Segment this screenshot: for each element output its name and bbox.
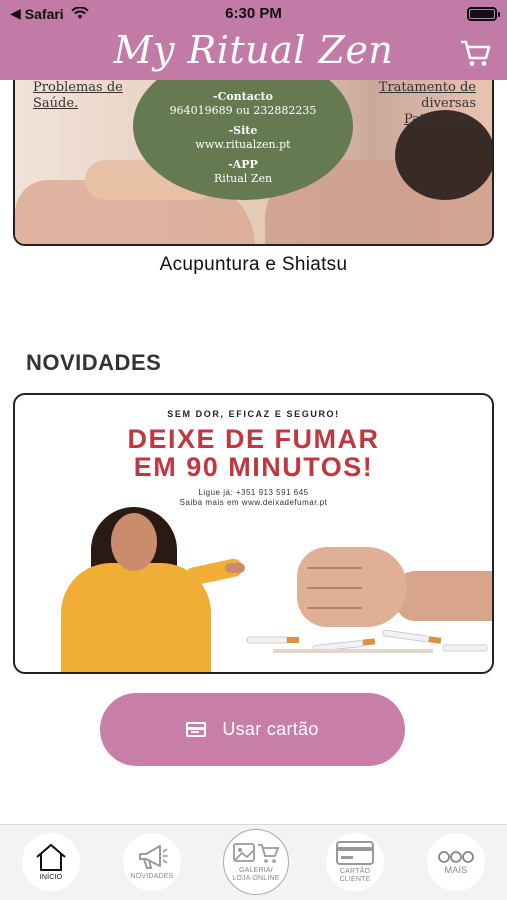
hero-right-text: Tratamento de diversas Patologias. [378,80,476,127]
promo-headline: DEIXE DE FUMAR EM 90 MINUTOS! [127,424,380,482]
crushed-cigarettes-image [246,629,488,653]
megaphone-icon [139,845,168,869]
app-header: ◀ Safari 6:30 PM My Ritual Zen [0,0,507,80]
hero-caption: Acupuntura e Shiatsu [159,254,348,275]
promo-woman-face [111,513,157,571]
battery-icon [467,7,500,21]
card-icon [336,841,374,865]
contact-oval: -Contacto 964019689 ou 232882235 -Site w… [133,80,353,200]
cart-button[interactable] [459,38,493,68]
tab-client-card[interactable]: CARTÃO CLIENTE [326,833,384,891]
fist-finger-line [307,607,362,609]
bottom-tab-bar: INÍCIO NOVIDADES GALERIA/ LOJA ONLINE CA… [0,824,507,900]
fist-finger-line [307,587,362,589]
tab-home[interactable]: INÍCIO [22,833,80,891]
promo-contact: Ligue já: +351 913 591 645 Saiba mais em… [179,488,328,507]
home-icon [36,843,66,871]
gallery-cart-icon [233,843,280,863]
fist-finger-line [307,567,362,569]
promo-tagline: SEM DOR, EFICAZ E SEGURO! [167,409,340,419]
status-bar: ◀ Safari 6:30 PM [0,0,507,28]
tab-news[interactable]: NOVIDADES [123,833,181,891]
status-time: 6:30 PM [225,5,282,22]
promo-pointing-hand [225,563,245,573]
hero-left-text: Problemas de Saúde. [33,80,123,111]
acupuncture-shiatsu-banner[interactable]: Problemas de Saúde. Tratamento de divers… [13,80,494,246]
app-title: My Ritual Zen [113,28,394,72]
quit-smoking-promo[interactable]: SEM DOR, EFICAZ E SEGURO! DEIXE DE FUMAR… [13,393,494,674]
tab-more[interactable]: MAIS [427,833,485,891]
use-card-label: Usar cartão [222,719,319,739]
tab-gallery-shop[interactable]: GALERIA/ LOJA ONLINE [223,829,289,895]
more-icon [438,851,474,863]
news-section-title: NOVIDADES [26,350,162,375]
promo-fist-arm [395,571,492,621]
shopping-cart-icon [461,40,491,66]
use-card-button[interactable]: Usar cartão [100,693,405,766]
credit-card-icon [186,722,207,737]
